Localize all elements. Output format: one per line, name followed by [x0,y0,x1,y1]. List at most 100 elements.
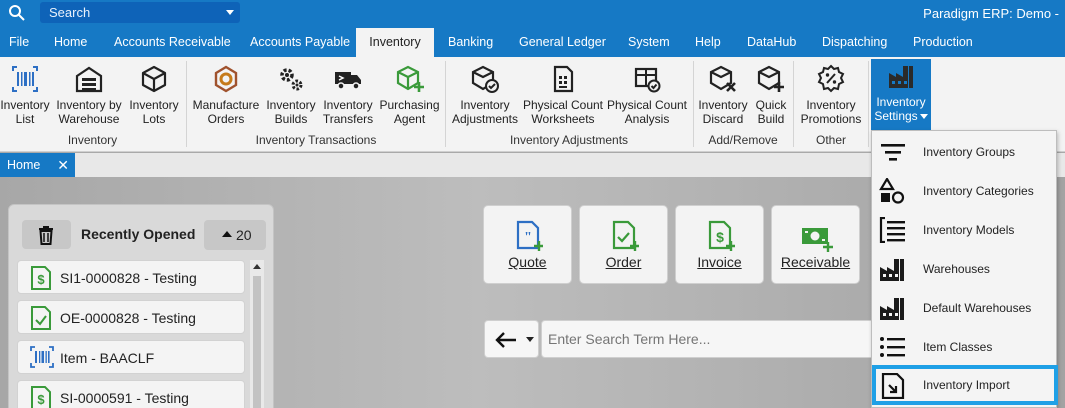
recent-count: 20 [236,227,252,243]
group-label-inventory: Inventory [67,133,118,147]
factory-icon [879,295,907,321]
recent-item-label: Item - BAACLF [60,350,155,366]
manufacture-icon [211,64,241,94]
shapes-icon [879,176,907,204]
svg-text:": " [524,230,532,245]
scroll-thumb[interactable] [253,276,261,408]
tab-help[interactable]: Help [686,28,730,57]
group-label-inventory-transactions: Inventory Transactions [255,133,377,147]
inventory-adjustments-button[interactable]: Inventory Adjustments [449,62,521,134]
app-title: Paradigm ERP: Demo - [923,6,1059,21]
close-icon[interactable]: ✕ [57,153,69,177]
inventory-discard-button[interactable]: Inventory Discard [696,62,750,134]
recent-item-label: OE-0000828 - Testing [60,310,196,326]
clear-recent-button[interactable] [22,220,71,249]
gears-icon [276,64,306,94]
box-check-icon [470,64,500,94]
tab-general-ledger[interactable]: General Ledger [510,28,615,57]
order-label: Order [605,254,642,270]
scroll-up-icon[interactable] [253,264,261,269]
physical-count-worksheets-button[interactable]: Physical Count Worksheets [522,62,604,134]
tab-home[interactable]: Home [45,28,96,57]
purchasing-agent-button[interactable]: Purchasing Agent [378,62,441,134]
global-search-input[interactable]: Search [40,2,240,23]
inventory-promotions-button[interactable]: Inventory Promotions [798,62,864,134]
invoice-tile[interactable]: $ Invoice [675,205,764,284]
menu-item-label: Default Warehouses [923,301,1032,315]
svg-text:$: $ [37,272,45,287]
inventory-lots-label: Inventory Lots [129,98,179,126]
inventory-adjustments-label: Inventory Adjustments [451,98,519,126]
list-icon [879,334,907,360]
title-bar: Search Paradigm ERP: Demo - [0,0,1065,28]
table-check-icon [632,64,662,94]
recent-item[interactable]: Item - BAACLF [17,340,245,374]
inventory-list-button[interactable]: Inventory List [0,62,50,134]
menu-item-warehouses[interactable]: Warehouses [872,250,1058,288]
recent-scrollbar[interactable] [250,260,264,408]
tab-file[interactable]: File [0,28,38,57]
group-label-inventory-adjustments: Inventory Adjustments [509,133,629,147]
quick-build-button[interactable]: Quick Build [752,62,790,134]
recent-item[interactable]: OE-0000828 - Testing [17,300,245,334]
inventory-builds-button[interactable]: Inventory Builds [263,62,319,134]
barcode-icon [30,346,54,370]
order-tile[interactable]: Order [579,205,668,284]
manufacture-orders-button[interactable]: Manufacture Orders [190,62,262,134]
recent-item[interactable]: $ SI1-0000828 - Testing [17,260,245,294]
menu-item-default-warehouses[interactable]: Default Warehouses [872,289,1058,327]
inventory-by-warehouse-button[interactable]: Inventory by Warehouse [54,62,124,134]
physical-count-analysis-button[interactable]: Physical Count Analysis [606,62,688,134]
cash-plus-icon [800,220,834,252]
group-divider [868,61,869,147]
box-x-icon [708,64,738,94]
chevron-down-icon[interactable] [226,10,234,15]
menu-item-inventory-categories[interactable]: Inventory Categories [872,172,1058,210]
tab-banking[interactable]: Banking [439,28,502,57]
warehouse-icon [74,64,104,94]
invoice-doc-icon: $ [707,220,735,252]
order-doc-icon [611,220,639,252]
tab-accounts-receivable[interactable]: Accounts Receivable [105,28,240,57]
filter-icon [879,139,907,165]
tab-production[interactable]: Production [904,28,982,57]
menu-item-inventory-groups[interactable]: Inventory Groups [872,133,1058,171]
inventory-settings-button[interactable]: Inventory Settings [871,59,931,131]
search-input[interactable] [541,320,881,358]
tab-system[interactable]: System [619,28,679,57]
doc-tab-home[interactable]: Home ✕ [0,153,75,177]
back-nav-button[interactable] [484,320,539,358]
doc-tab-label: Home [7,158,41,172]
menu-item-label: Warehouses [923,262,990,276]
cube-plus-icon [395,64,425,94]
manufacture-orders-label: Manufacture Orders [192,98,260,126]
receivable-label: Receivable [780,254,851,270]
menu-item-inventory-models[interactable]: Inventory Models [872,211,1058,249]
tab-inventory[interactable]: Inventory [356,28,434,57]
arrow-left-icon [495,332,516,348]
inventory-transfers-button[interactable]: Inventory Transfers [320,62,376,134]
recent-item[interactable]: $ SI-0000591 - Testing [17,380,245,408]
calculator-icon [548,64,578,94]
tab-datahub[interactable]: DataHub [738,28,805,57]
list-bracket-icon [879,216,907,244]
menu-item-label: Inventory Import [923,378,1010,392]
tab-accounts-payable[interactable]: Accounts Payable [241,28,359,57]
recent-item-label: SI-0000591 - Testing [60,390,189,406]
recent-count-button[interactable]: 20 [204,220,266,250]
quote-tile[interactable]: " Quote [483,205,572,284]
tab-dispatching[interactable]: Dispatching [813,28,896,57]
search-icon[interactable] [8,4,26,22]
inventory-lots-button[interactable]: Inventory Lots [127,62,181,134]
menu-item-inventory-import[interactable]: Inventory Import [872,365,1058,405]
quote-doc-icon: " [515,220,543,252]
purchasing-agent-label: Purchasing Agent [379,98,440,126]
chevron-down-icon[interactable] [526,337,534,342]
receivable-tile[interactable]: Receivable [771,205,860,284]
chevron-down-icon [919,114,928,119]
inventory-promotions-label: Inventory Promotions [800,98,862,126]
group-label-other: Other [815,133,846,147]
inventory-settings-menu: Inventory Groups Inventory Categories In… [871,130,1058,408]
menu-item-item-classes[interactable]: Item Classes [872,328,1058,366]
physical-count-analysis-label: Physical Count Analysis [606,98,688,126]
